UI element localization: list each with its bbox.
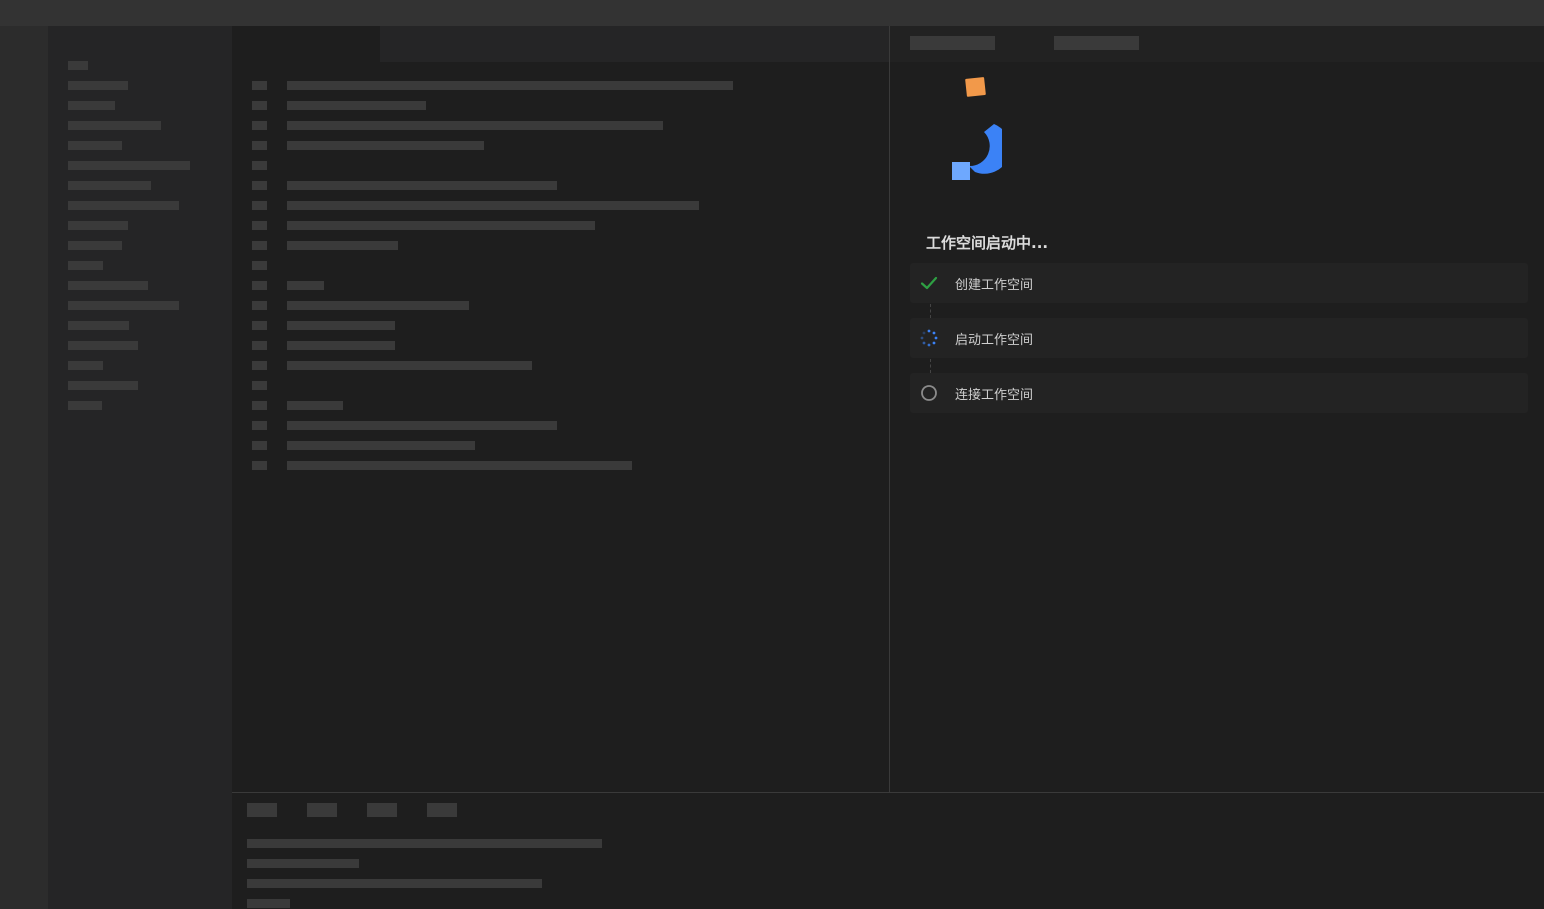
code-line-placeholder [287,141,484,150]
line-number-placeholder [252,301,267,310]
line-number-placeholder [252,221,267,230]
line-number-placeholder [252,421,267,430]
output-line-placeholder [247,859,359,868]
step-label: 连接工作空间 [955,388,1034,403]
activity-bar [0,26,48,909]
line-number-placeholder [252,161,267,170]
skeleton-line [68,161,190,170]
skeleton-line [68,141,122,150]
step-start-workspace: 启动工作空间 [910,318,1528,358]
code-line-placeholder [287,221,595,230]
code-line-placeholder [287,121,663,130]
editor-placeholder [232,26,889,792]
code-line-placeholder [287,461,632,470]
line-number-placeholder [252,461,267,470]
line-number-placeholder [252,441,267,450]
code-line-placeholder [287,201,699,210]
code-line-placeholder [287,321,395,330]
step-create-workspace: 创建工作空间 [910,263,1528,303]
bottom-panel-placeholder [232,792,1544,909]
code-line-placeholder [287,281,324,290]
line-number-placeholder [252,321,267,330]
skeleton-line [68,281,148,290]
panel-tab-placeholder[interactable] [1054,36,1139,50]
skeleton-line [68,181,151,190]
code-line-placeholder [287,101,426,110]
panel-tab-placeholder[interactable] [307,803,337,817]
skeleton-line [68,81,128,90]
skeleton-line [68,401,102,410]
skeleton-line [68,241,122,250]
skeleton-line [68,221,128,230]
skeleton-line [68,121,161,130]
step-connect-workspace: 连接工作空间 [910,373,1528,413]
output-line-placeholder [247,879,542,888]
skeleton-line [68,101,115,110]
code-line-placeholder [287,181,557,190]
line-number-placeholder [252,201,267,210]
line-number-placeholder [252,341,267,350]
skeleton-line [68,61,88,70]
line-number-placeholder [252,101,267,110]
line-number-placeholder [252,81,267,90]
code-line-placeholder [287,421,557,430]
line-number-placeholder [252,281,267,290]
output-line-placeholder [247,839,602,848]
circle-icon [921,385,937,401]
line-number-placeholder [252,261,267,270]
line-number-placeholder [252,181,267,190]
code-line-placeholder [287,361,532,370]
skeleton-line [68,361,103,370]
skeleton-line [68,201,179,210]
step-connector [930,359,931,373]
skeleton-line [68,321,129,330]
line-number-placeholder [252,241,267,250]
step-label: 创建工作空间 [955,278,1034,293]
code-line-placeholder [287,441,475,450]
editor-tab-strip [232,26,889,62]
output-line-placeholder [247,899,290,908]
line-number-placeholder [252,381,267,390]
step-connector [930,304,931,318]
step-label: 启动工作空间 [955,333,1034,348]
panel-tab-placeholder[interactable] [910,36,995,50]
code-line-placeholder [287,401,343,410]
workspace-panel: 工作空间启动中... 创建工作空间 启动工作空间 连接工作空间 [890,26,1544,792]
panel-tab-placeholder[interactable] [247,803,277,817]
check-icon [920,276,938,290]
panel-tab-placeholder[interactable] [367,803,397,817]
title-bar [0,0,1544,26]
explorer-sidebar-placeholder [48,26,232,909]
line-number-placeholder [252,401,267,410]
code-line-placeholder [287,301,469,310]
skeleton-line [68,381,138,390]
skeleton-line [68,301,179,310]
line-number-placeholder [252,361,267,370]
editor-tab-placeholder [232,26,380,62]
app-logo-icon [952,77,1002,180]
code-line-placeholder [287,241,398,250]
panel-tab-bar [890,26,1544,62]
spinner-icon [920,329,938,347]
skeleton-line [68,341,138,350]
code-line-placeholder [287,341,395,350]
line-number-placeholder [252,141,267,150]
workspace-status-title: 工作空间启动中... [926,234,1049,252]
panel-tab-placeholder[interactable] [427,803,457,817]
skeleton-line [68,261,103,270]
line-number-placeholder [252,121,267,130]
code-line-placeholder [287,81,733,90]
